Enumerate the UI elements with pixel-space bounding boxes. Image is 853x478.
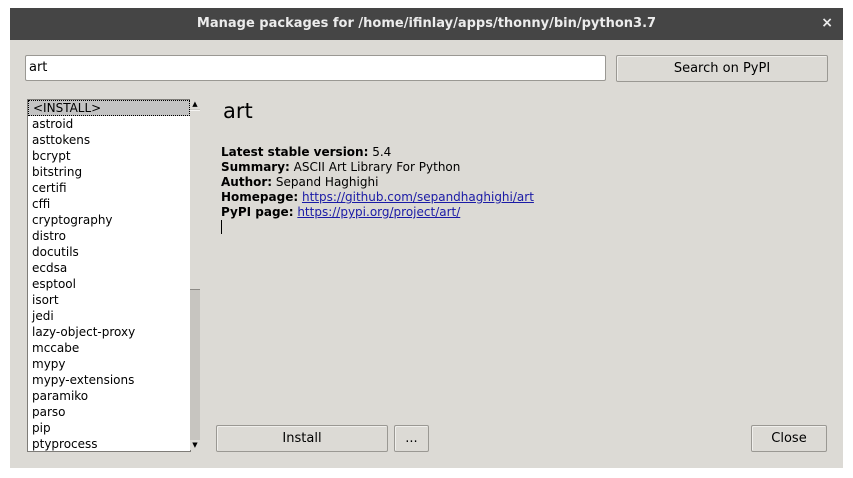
list-item[interactable]: jedi: [28, 308, 190, 324]
homepage-row: Homepage: https://github.com/sepandhaghi…: [221, 190, 534, 205]
window-title: Manage packages for /home/ifinlay/apps/t…: [196, 16, 657, 31]
list-item[interactable]: docutils: [28, 244, 190, 260]
homepage-link[interactable]: https://github.com/sepandhaghighi/art: [302, 190, 534, 204]
list-item[interactable]: <INSTALL>: [28, 100, 190, 116]
list-item[interactable]: mccabe: [28, 340, 190, 356]
scroll-down-icon[interactable]: ▼: [190, 440, 200, 450]
close-icon[interactable]: ×: [821, 15, 833, 31]
list-item[interactable]: mypy-extensions: [28, 372, 190, 388]
list-item[interactable]: certifi: [28, 180, 190, 196]
list-item[interactable]: ptyprocess: [28, 436, 190, 451]
list-item[interactable]: bcrypt: [28, 148, 190, 164]
package-list-scrollbar[interactable]: ▲ ▼: [190, 99, 200, 450]
pypi-label: PyPI page:: [221, 205, 294, 219]
version-row: Latest stable version: 5.4: [221, 145, 534, 160]
version-label: Latest stable version:: [221, 145, 369, 159]
list-item[interactable]: ecdsa: [28, 260, 190, 276]
list-item[interactable]: cffi: [28, 196, 190, 212]
search-pypi-button[interactable]: Search on PyPI: [616, 55, 828, 82]
list-item[interactable]: mypy: [28, 356, 190, 372]
package-manager-window: Manage packages for /home/ifinlay/apps/t…: [10, 8, 843, 468]
list-item[interactable]: cryptography: [28, 212, 190, 228]
pypi-row: PyPI page: https://pypi.org/project/art/: [221, 205, 534, 220]
more-options-button[interactable]: ...: [394, 425, 429, 452]
package-details: Latest stable version: 5.4 Summary: ASCI…: [221, 145, 534, 220]
pypi-link[interactable]: https://pypi.org/project/art/: [297, 205, 460, 219]
summary-row: Summary: ASCII Art Library For Python: [221, 160, 534, 175]
list-item[interactable]: distro: [28, 228, 190, 244]
close-button[interactable]: Close: [751, 425, 827, 452]
list-item[interactable]: astroid: [28, 116, 190, 132]
package-list[interactable]: <INSTALL> astroid asttokens bcrypt bitstring…: [27, 99, 191, 452]
scrollbar-thumb[interactable]: [190, 110, 200, 290]
list-item[interactable]: pip: [28, 420, 190, 436]
author-label: Author:: [221, 175, 273, 189]
list-item[interactable]: lazy-object-proxy: [28, 324, 190, 340]
list-item[interactable]: asttokens: [28, 132, 190, 148]
list-item[interactable]: bitstring: [28, 164, 190, 180]
install-button[interactable]: Install: [216, 425, 388, 452]
homepage-label: Homepage:: [221, 190, 299, 204]
summary-label: Summary:: [221, 160, 290, 174]
title-bar[interactable]: Manage packages for /home/ifinlay/apps/t…: [10, 8, 843, 40]
list-item[interactable]: parso: [28, 404, 190, 420]
list-item[interactable]: paramiko: [28, 388, 190, 404]
text-cursor: [221, 220, 222, 234]
list-item[interactable]: isort: [28, 292, 190, 308]
package-name-heading: art: [223, 99, 253, 123]
author-row: Author: Sepand Haghighi: [221, 175, 534, 190]
search-input[interactable]: art: [25, 55, 606, 81]
list-item[interactable]: esptool: [28, 276, 190, 292]
author-value: Sepand Haghighi: [275, 175, 379, 189]
summary-value: ASCII Art Library For Python: [293, 160, 461, 174]
scroll-up-icon[interactable]: ▲: [190, 99, 200, 109]
version-value: 5.4: [372, 145, 392, 159]
